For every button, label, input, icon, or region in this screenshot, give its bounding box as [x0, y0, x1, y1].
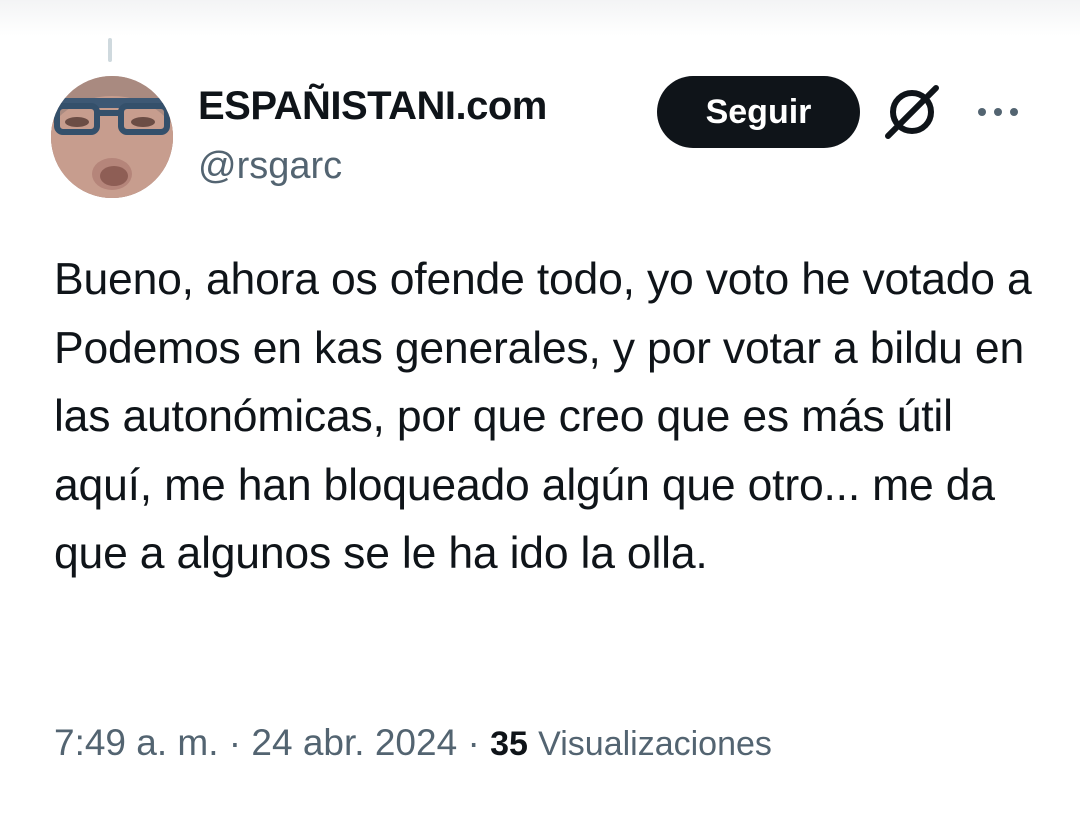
thread-connector-line — [108, 38, 112, 62]
tweet-date[interactable]: 24 abr. 2024 — [251, 722, 457, 763]
views-label: Visualizaciones — [538, 725, 772, 763]
author-handle[interactable]: @rsgarc — [198, 145, 342, 188]
meta-separator: · — [457, 722, 491, 763]
tweet-time[interactable]: 7:49 a. m. — [54, 722, 219, 763]
avatar[interactable] — [51, 76, 173, 198]
follow-button[interactable]: Seguir — [657, 76, 860, 148]
author-display-name[interactable]: ESPAÑISTANI.com — [198, 84, 547, 129]
avatar-image — [51, 76, 173, 198]
grok-icon[interactable] — [880, 80, 944, 144]
tweet-metadata: 7:49 a. m. · 24 abr. 2024 · 35 Visualiza… — [54, 722, 772, 764]
tweet-text: Bueno, ahora os ofende todo, yo voto he … — [54, 255, 1032, 578]
views-count: 35 — [490, 725, 528, 763]
previous-tweet-fade — [0, 0, 1080, 36]
meta-separator: · — [218, 722, 252, 763]
more-icon[interactable] — [970, 92, 1026, 132]
